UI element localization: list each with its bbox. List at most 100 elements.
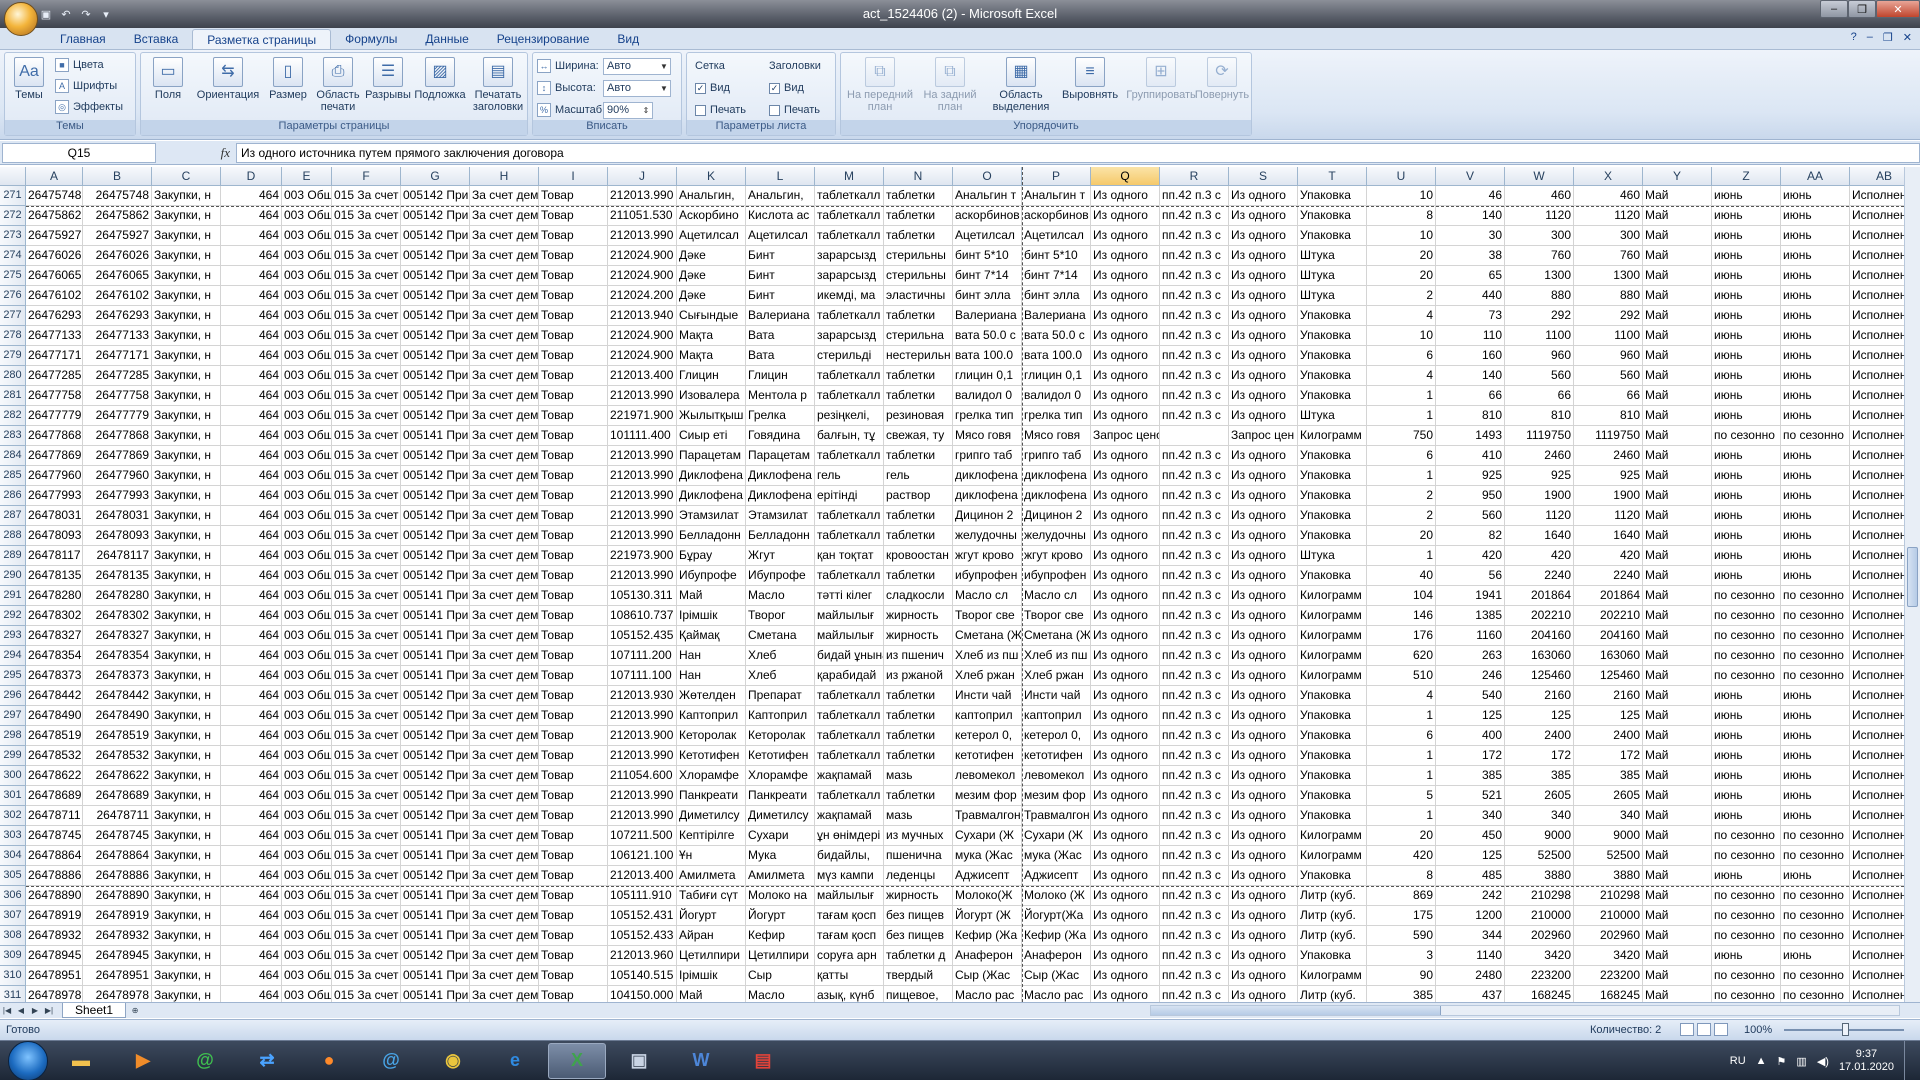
cell[interactable]: пп.42 п.3 с: [1160, 906, 1229, 926]
cell[interactable]: 460: [1505, 186, 1574, 206]
cell[interactable]: 005141 При: [401, 646, 470, 666]
cell[interactable]: пп.42 п.3 с: [1160, 626, 1229, 646]
cell[interactable]: Товар: [539, 826, 608, 846]
cell[interactable]: 211054.600: [608, 766, 677, 786]
cell[interactable]: За счет дем: [470, 926, 539, 946]
cell[interactable]: Исполнен: [1850, 226, 1904, 246]
cell[interactable]: таблетки: [884, 746, 953, 766]
cell[interactable]: Май: [1643, 906, 1712, 926]
cell[interactable]: Килограмм: [1298, 626, 1367, 646]
cell[interactable]: Сухари (Ж: [953, 826, 1022, 846]
cell[interactable]: Закупки, н: [152, 926, 221, 946]
cell[interactable]: қарабидай: [815, 666, 884, 686]
cell[interactable]: Упаковка: [1298, 386, 1367, 406]
cell[interactable]: Из одного: [1229, 626, 1298, 646]
cell[interactable]: 005142 При: [401, 506, 470, 526]
row-header[interactable]: 299: [0, 746, 26, 766]
cell[interactable]: июнь: [1781, 326, 1850, 346]
cell[interactable]: 003 Общес: [282, 706, 332, 726]
cell[interactable]: 26476102: [83, 286, 152, 306]
cell[interactable]: Из одного: [1229, 386, 1298, 406]
cell[interactable]: 005142 При: [401, 546, 470, 566]
cell[interactable]: Ацетилсал: [1022, 226, 1091, 246]
cell[interactable]: таблеткалл: [815, 706, 884, 726]
cell[interactable]: 26476026: [26, 246, 83, 266]
cell[interactable]: Бинт: [746, 266, 815, 286]
cell[interactable]: 464: [221, 426, 282, 446]
select-all-corner[interactable]: [0, 167, 26, 186]
cell[interactable]: 003 Общес: [282, 206, 332, 226]
cell[interactable]: 26475927: [83, 226, 152, 246]
cell[interactable]: пп.42 п.3 с: [1160, 766, 1229, 786]
cell[interactable]: 015 За счет: [332, 626, 401, 646]
cell[interactable]: Исполнен: [1850, 506, 1904, 526]
cell[interactable]: гель: [815, 466, 884, 486]
cell[interactable]: 5: [1367, 786, 1436, 806]
cell[interactable]: пп.42 п.3 с: [1160, 286, 1229, 306]
cell[interactable]: Май: [1643, 206, 1712, 226]
cell[interactable]: 20: [1367, 246, 1436, 266]
sheet-tab-sheet1[interactable]: Sheet1: [62, 1003, 127, 1018]
cell[interactable]: 437: [1436, 986, 1505, 1002]
cell[interactable]: 26477869: [26, 446, 83, 466]
cell[interactable]: Исполнен: [1850, 946, 1904, 966]
cell[interactable]: пп.42 п.3 с: [1160, 806, 1229, 826]
cell[interactable]: 464: [221, 666, 282, 686]
cell[interactable]: 26476026: [83, 246, 152, 266]
cell[interactable]: 212013.990: [608, 566, 677, 586]
cell[interactable]: июнь: [1781, 506, 1850, 526]
cell[interactable]: Май: [1643, 546, 1712, 566]
cell[interactable]: Парацетам: [746, 446, 815, 466]
cell[interactable]: 30: [1436, 226, 1505, 246]
tab-view[interactable]: Вид: [603, 29, 653, 49]
cell[interactable]: Исполнен: [1850, 746, 1904, 766]
cell[interactable]: 015 За счет: [332, 746, 401, 766]
cell[interactable]: 125: [1505, 706, 1574, 726]
cell[interactable]: Йогурт(Жа: [1022, 906, 1091, 926]
cell[interactable]: 90: [1367, 966, 1436, 986]
cell[interactable]: Штука: [1298, 546, 1367, 566]
cell[interactable]: Из одного: [1091, 926, 1160, 946]
cell[interactable]: 1100: [1505, 326, 1574, 346]
column-header-y[interactable]: Y: [1643, 167, 1712, 186]
cell[interactable]: 26475927: [26, 226, 83, 246]
cell[interactable]: 3880: [1574, 866, 1643, 886]
cell[interactable]: Май: [1643, 486, 1712, 506]
cell[interactable]: 464: [221, 246, 282, 266]
cell[interactable]: соруға арн: [815, 946, 884, 966]
cell[interactable]: Исполнен: [1850, 606, 1904, 626]
cell[interactable]: 003 Общес: [282, 506, 332, 526]
cell[interactable]: вата 100.0: [953, 346, 1022, 366]
cell[interactable]: 1: [1367, 386, 1436, 406]
cell[interactable]: 005142 При: [401, 786, 470, 806]
cell[interactable]: жирность: [884, 606, 953, 626]
cell[interactable]: Из одного: [1091, 686, 1160, 706]
cell[interactable]: 521: [1436, 786, 1505, 806]
cell[interactable]: 810: [1505, 406, 1574, 426]
cell[interactable]: За счет дем: [470, 626, 539, 646]
cell[interactable]: 3420: [1505, 946, 1574, 966]
cell[interactable]: 003 Общес: [282, 646, 332, 666]
office-button[interactable]: [4, 2, 38, 36]
cell[interactable]: 26477960: [83, 466, 152, 486]
cell[interactable]: 003 Общес: [282, 806, 332, 826]
cell[interactable]: пп.42 п.3 с: [1160, 726, 1229, 746]
cell[interactable]: 212013.960: [608, 946, 677, 966]
cell[interactable]: Май: [1643, 986, 1712, 1002]
cell[interactable]: Травмалгон: [953, 806, 1022, 826]
cell[interactable]: 750: [1367, 426, 1436, 446]
cell[interactable]: 212013.900: [608, 726, 677, 746]
cell[interactable]: 464: [221, 446, 282, 466]
cell[interactable]: 810: [1436, 406, 1505, 426]
cell[interactable]: Сиыр еті: [677, 426, 746, 446]
cell[interactable]: Из одного: [1229, 446, 1298, 466]
cell[interactable]: Диклофена: [746, 466, 815, 486]
cell[interactable]: 26478978: [83, 986, 152, 1002]
cell[interactable]: 1160: [1436, 626, 1505, 646]
cell[interactable]: по сезонно: [1712, 926, 1781, 946]
cell[interactable]: Из одного: [1229, 766, 1298, 786]
cell[interactable]: 82: [1436, 526, 1505, 546]
cell[interactable]: 003 Общес: [282, 926, 332, 946]
cell[interactable]: 1: [1367, 806, 1436, 826]
cell[interactable]: грипго таб: [1022, 446, 1091, 466]
